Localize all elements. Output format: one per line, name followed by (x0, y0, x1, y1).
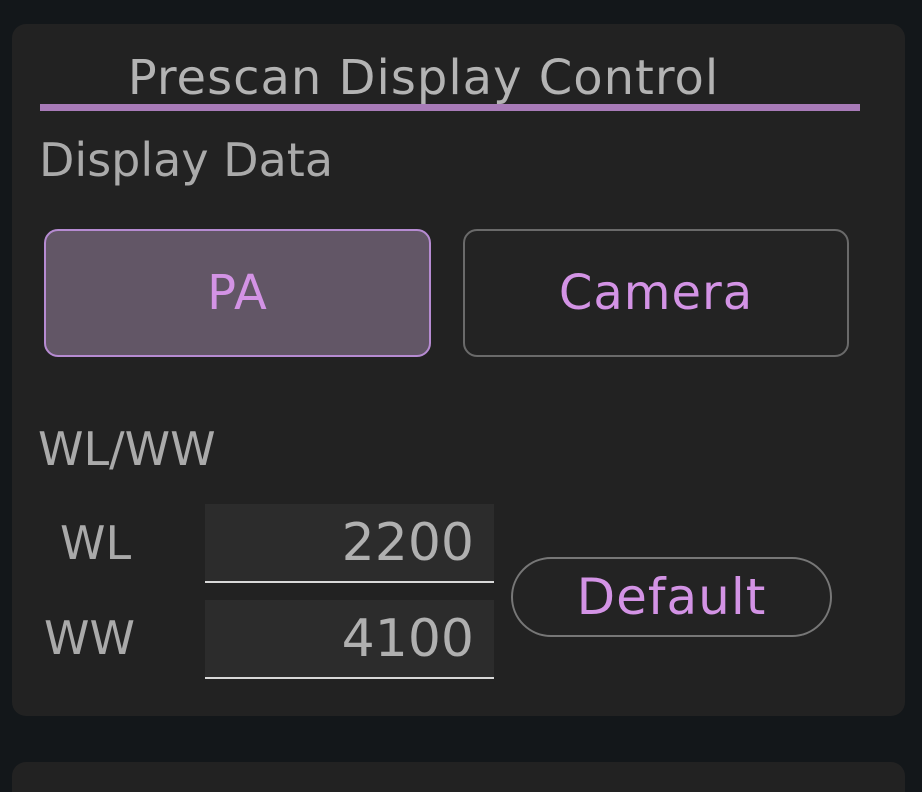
default-button[interactable]: Default (511, 557, 832, 637)
display-data-label: Display Data (39, 133, 334, 187)
next-panel-edge (12, 762, 905, 792)
wlww-label: WL/WW (38, 422, 216, 476)
title-underline (40, 104, 860, 111)
ww-label: WW (44, 611, 135, 665)
panel-title: Prescan Display Control (127, 50, 720, 106)
camera-button[interactable]: Camera (463, 229, 849, 357)
pa-button[interactable]: PA (44, 229, 431, 357)
prescan-display-control-panel: Prescan Display Control Display Data PA … (12, 24, 905, 716)
ww-input[interactable]: 4100 (205, 600, 494, 679)
wl-input[interactable]: 2200 (205, 504, 494, 583)
wl-label: WL (60, 516, 132, 570)
